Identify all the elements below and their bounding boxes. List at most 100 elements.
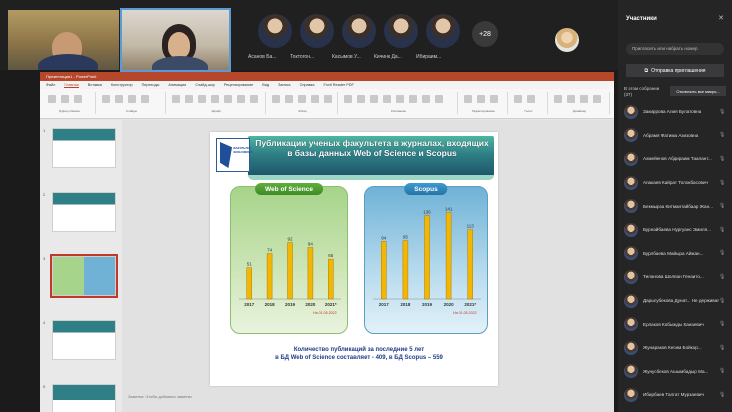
ribbon-command-icon[interactable] bbox=[172, 95, 180, 103]
ribbon-command-icon[interactable] bbox=[357, 95, 365, 103]
ribbon-command-icon[interactable] bbox=[422, 95, 430, 103]
ribbon-command-icon[interactable] bbox=[250, 95, 258, 103]
send-invites-button[interactable]: ⧉ Отправка приглашения bbox=[626, 64, 724, 77]
ribbon-command-icon[interactable] bbox=[370, 95, 378, 103]
slide-thumbnail[interactable] bbox=[52, 384, 116, 412]
slide-thumbnail[interactable] bbox=[52, 128, 116, 168]
ribbon-command-icon[interactable] bbox=[311, 95, 319, 103]
ribbon-command-icon[interactable] bbox=[554, 95, 562, 103]
participant-row[interactable]: Бекмырза Китмантайбаар Жан... 🎙︎ bbox=[624, 194, 730, 218]
ribbon-command-icon[interactable] bbox=[490, 95, 498, 103]
participant-thumbnail[interactable] bbox=[300, 14, 334, 48]
microphone-icon[interactable]: 🎙︎ bbox=[719, 368, 725, 374]
ribbon-command-icon[interactable] bbox=[48, 95, 56, 103]
participant-row[interactable]: Бурнайбаева Нургуанс Эмиля... 🎙︎ bbox=[624, 218, 730, 242]
ribbon-command-icon[interactable] bbox=[102, 95, 110, 103]
self-avatar[interactable] bbox=[555, 28, 579, 52]
in-meeting-count[interactable]: В этом собрании (37) bbox=[624, 86, 664, 98]
participant-row[interactable]: Ибирбаев Талгат Мурзаевич 🎙︎ bbox=[624, 383, 730, 407]
ribbon-command-icon[interactable] bbox=[383, 95, 391, 103]
participant-thumbnail[interactable] bbox=[426, 14, 460, 48]
ribbon-tab[interactable]: Вид bbox=[262, 83, 269, 87]
microphone-icon[interactable]: 🎙︎ bbox=[719, 203, 725, 209]
participant-row[interactable]: Абрамя Фатима Азизовна 🎙︎ bbox=[624, 124, 730, 148]
ribbon-tab[interactable]: Конструктор bbox=[111, 83, 133, 87]
ribbon-command-icon[interactable] bbox=[324, 95, 332, 103]
participant-row[interactable]: Тиланова Шолпан Генаито... 🎙︎ bbox=[624, 265, 730, 289]
ribbon-tab[interactable]: Вставка bbox=[88, 83, 102, 87]
ribbon-command-icon[interactable] bbox=[224, 95, 232, 103]
ribbon-tab[interactable]: Главная bbox=[64, 83, 79, 88]
microphone-icon[interactable]: 🎙︎ bbox=[719, 345, 725, 351]
mute-all-button[interactable]: Отключить все микро... bbox=[670, 86, 726, 96]
participant-row[interactable]: Закиррова Алия Булатовна 🎙︎ bbox=[624, 100, 730, 124]
invite-input[interactable]: Пригласить или набрать номер bbox=[626, 43, 724, 55]
tick-label: 2018 bbox=[400, 302, 411, 307]
more-participants-badge[interactable]: +28 bbox=[472, 21, 498, 47]
microphone-icon[interactable]: 🎙︎ bbox=[719, 321, 725, 327]
slide-thumbnail[interactable] bbox=[50, 254, 118, 298]
ribbon-command-icon[interactable] bbox=[74, 95, 82, 103]
ribbon-tab[interactable]: Слайд-шоу bbox=[195, 83, 215, 87]
ribbon-command-icon[interactable] bbox=[211, 95, 219, 103]
video-tile-speaker-2[interactable] bbox=[120, 8, 231, 72]
ribbon-command-icon[interactable] bbox=[298, 95, 306, 103]
ribbon-command-icon[interactable] bbox=[580, 95, 588, 103]
ribbon-tab[interactable]: Справка bbox=[300, 83, 315, 87]
ribbon-command-icon[interactable] bbox=[567, 95, 575, 103]
ribbon-command-icon[interactable] bbox=[396, 95, 404, 103]
ribbon-command-icon[interactable] bbox=[237, 95, 245, 103]
ribbon-command-icon[interactable] bbox=[198, 95, 206, 103]
microphone-icon[interactable]: 🎙︎ bbox=[719, 109, 725, 115]
ribbon-command-icon[interactable] bbox=[61, 95, 69, 103]
ribbon-command-icon[interactable] bbox=[344, 95, 352, 103]
ribbon-tab[interactable]: Анимация bbox=[168, 83, 186, 87]
ribbon-tab[interactable]: Foxit Reader PDF bbox=[323, 83, 353, 87]
ribbon-command-icon[interactable] bbox=[272, 95, 280, 103]
ribbon-command-icon[interactable] bbox=[128, 95, 136, 103]
slide-thumbnail[interactable] bbox=[52, 192, 116, 232]
video-tile-speaker-1[interactable] bbox=[8, 10, 119, 70]
participant-thumbnail[interactable] bbox=[258, 14, 292, 48]
participant-thumbnail[interactable] bbox=[384, 14, 418, 48]
ribbon-tab[interactable]: Файл bbox=[46, 83, 55, 87]
ribbon-command-icon[interactable] bbox=[464, 95, 472, 103]
participant-row[interactable]: Ерлаков Кобыжды Канаевич 🎙︎ bbox=[624, 312, 730, 336]
ribbon-command-icon[interactable] bbox=[477, 95, 485, 103]
microphone-icon[interactable]: 🎙︎ bbox=[719, 392, 725, 398]
participant-row[interactable]: Бурлбаева Майыра Айжан... 🎙︎ bbox=[624, 242, 730, 266]
ribbon-tab[interactable]: Рецензирование bbox=[224, 83, 253, 87]
slide-thumbnail[interactable] bbox=[52, 320, 116, 360]
ribbon-command-icon[interactable] bbox=[115, 95, 123, 103]
participant-row[interactable]: Дарыгубекова Дунат... Не держивая 🎙︎ bbox=[624, 289, 730, 313]
microphone-icon[interactable]: 🎙︎ bbox=[719, 180, 725, 186]
participant-row[interactable]: Кабдыкемова Гюмар Дамел...🎙︎ bbox=[624, 407, 730, 412]
slide-number: 4 bbox=[43, 320, 46, 325]
avatar bbox=[624, 128, 638, 143]
participant-row[interactable]: Жунараков Кесим Бойкор... 🎙︎ bbox=[624, 336, 730, 360]
microphone-icon[interactable]: 🎙︎ bbox=[719, 298, 725, 304]
ribbon-tab[interactable]: Переходы bbox=[142, 83, 160, 87]
microphone-icon[interactable]: 🎙︎ bbox=[719, 274, 725, 280]
ribbon-command-icon[interactable] bbox=[435, 95, 443, 103]
participant-row[interactable]: Апакаев Кайрат Толокбасович 🎙︎ bbox=[624, 171, 730, 195]
ribbon-command-icon[interactable] bbox=[141, 95, 149, 103]
ribbon-command-icon[interactable] bbox=[527, 95, 535, 103]
ribbon-command-icon[interactable] bbox=[285, 95, 293, 103]
notes-placeholder[interactable]: Заметки: Чтобы добавить заметки bbox=[128, 394, 192, 399]
ribbon-command-icon[interactable] bbox=[409, 95, 417, 103]
ribbon-command-icon[interactable] bbox=[593, 95, 601, 103]
microphone-icon[interactable]: 🎙︎ bbox=[719, 227, 725, 233]
participant-row[interactable]: Жунусбеков Ашымбадыр Ма... 🎙︎ bbox=[624, 360, 730, 384]
slide-number: 3 bbox=[43, 256, 46, 261]
participant-row[interactable]: Ахмейенов Абдираим Таалант... 🎙︎ bbox=[624, 147, 730, 171]
microphone-icon[interactable]: 🎙︎ bbox=[719, 156, 725, 162]
ribbon-command-icon[interactable] bbox=[514, 95, 522, 103]
participant-thumbnail[interactable] bbox=[342, 14, 376, 48]
ribbon-command-icon[interactable] bbox=[185, 95, 193, 103]
ribbon-tab[interactable]: Запись bbox=[278, 83, 290, 87]
microphone-icon[interactable]: 🎙︎ bbox=[719, 132, 725, 138]
summary-line-1: Количество публикаций за последние 5 лет bbox=[293, 347, 425, 353]
microphone-icon[interactable]: 🎙︎ bbox=[719, 250, 725, 256]
close-icon[interactable]: ✕ bbox=[718, 14, 724, 22]
